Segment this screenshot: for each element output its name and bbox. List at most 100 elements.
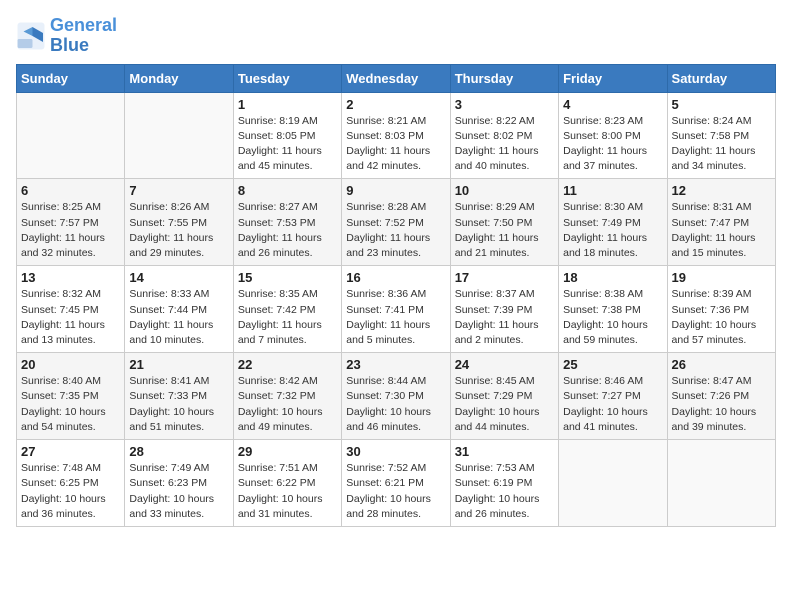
day-cell: 5 Sunrise: 8:24 AM Sunset: 7:58 PM Daylig… (667, 92, 775, 179)
day-number: 16 (346, 270, 445, 285)
day-info: Sunrise: 8:23 AM Sunset: 8:00 PM Dayligh… (563, 114, 662, 175)
day-cell: 7 Sunrise: 8:26 AM Sunset: 7:55 PM Daylig… (125, 179, 233, 266)
day-info: Sunrise: 8:46 AM Sunset: 7:27 PM Dayligh… (563, 374, 662, 435)
day-number: 24 (455, 357, 554, 372)
day-cell: 31 Sunrise: 7:53 AM Sunset: 6:19 PM Dayli… (450, 440, 558, 527)
day-number: 30 (346, 444, 445, 459)
day-number: 4 (563, 97, 662, 112)
day-cell: 26 Sunrise: 8:47 AM Sunset: 7:26 PM Dayli… (667, 353, 775, 440)
day-cell: 3Sunrise: 8:22 AM Sunset: 8:02 PM Daylig… (450, 92, 558, 179)
day-info: Sunrise: 7:53 AM Sunset: 6:19 PM Dayligh… (455, 461, 554, 522)
col-header-saturday: Saturday (667, 64, 775, 92)
day-number: 17 (455, 270, 554, 285)
day-number: 20 (21, 357, 120, 372)
day-info: Sunrise: 8:19 AM Sunset: 8:05 PM Dayligh… (238, 114, 337, 175)
day-number: 13 (21, 270, 120, 285)
day-info: Sunrise: 8:28 AM Sunset: 7:52 PM Dayligh… (346, 200, 445, 261)
day-info: Sunrise: 8:38 AM Sunset: 7:38 PM Dayligh… (563, 287, 662, 348)
day-number: 6 (21, 183, 120, 198)
col-header-tuesday: Tuesday (233, 64, 341, 92)
day-cell: 28 Sunrise: 7:49 AM Sunset: 6:23 PM Dayli… (125, 440, 233, 527)
day-info: Sunrise: 8:37 AM Sunset: 7:39 PM Dayligh… (455, 287, 554, 348)
day-cell (667, 440, 775, 527)
day-number: 1 (238, 97, 337, 112)
page-header: General Blue (16, 16, 776, 56)
day-info: Sunrise: 7:51 AM Sunset: 6:22 PM Dayligh… (238, 461, 337, 522)
logo-icon (16, 21, 46, 51)
day-info: Sunrise: 8:24 AM Sunset: 7:58 PM Dayligh… (672, 114, 771, 175)
col-header-friday: Friday (559, 64, 667, 92)
day-info: Sunrise: 7:48 AM Sunset: 6:25 PM Dayligh… (21, 461, 120, 522)
day-info: Sunrise: 8:26 AM Sunset: 7:55 PM Dayligh… (129, 200, 228, 261)
header-row: SundayMondayTuesdayWednesdayThursdayFrid… (17, 64, 776, 92)
col-header-wednesday: Wednesday (342, 64, 450, 92)
day-cell: 20 Sunrise: 8:40 AM Sunset: 7:35 PM Dayli… (17, 353, 125, 440)
day-cell: 25Sunrise: 8:46 AM Sunset: 7:27 PM Dayli… (559, 353, 667, 440)
day-info: Sunrise: 8:31 AM Sunset: 7:47 PM Dayligh… (672, 200, 771, 261)
day-info: Sunrise: 7:52 AM Sunset: 6:21 PM Dayligh… (346, 461, 445, 522)
day-cell: 4 Sunrise: 8:23 AM Sunset: 8:00 PM Daylig… (559, 92, 667, 179)
week-row-3: 13Sunrise: 8:32 AM Sunset: 7:45 PM Dayli… (17, 266, 776, 353)
day-cell: 12Sunrise: 8:31 AM Sunset: 7:47 PM Dayli… (667, 179, 775, 266)
day-number: 26 (672, 357, 771, 372)
day-cell: 27 Sunrise: 7:48 AM Sunset: 6:25 PM Dayli… (17, 440, 125, 527)
day-cell: 19Sunrise: 8:39 AM Sunset: 7:36 PM Dayli… (667, 266, 775, 353)
day-number: 7 (129, 183, 228, 198)
day-number: 27 (21, 444, 120, 459)
day-cell: 9 Sunrise: 8:28 AM Sunset: 7:52 PM Daylig… (342, 179, 450, 266)
calendar-table: SundayMondayTuesdayWednesdayThursdayFrid… (16, 64, 776, 527)
day-number: 28 (129, 444, 228, 459)
day-info: Sunrise: 8:21 AM Sunset: 8:03 PM Dayligh… (346, 114, 445, 175)
week-row-2: 6Sunrise: 8:25 AM Sunset: 7:57 PM Daylig… (17, 179, 776, 266)
day-cell (125, 92, 233, 179)
day-number: 2 (346, 97, 445, 112)
day-number: 9 (346, 183, 445, 198)
day-cell: 2 Sunrise: 8:21 AM Sunset: 8:03 PM Daylig… (342, 92, 450, 179)
day-cell (559, 440, 667, 527)
day-cell: 18 Sunrise: 8:38 AM Sunset: 7:38 PM Dayli… (559, 266, 667, 353)
day-info: Sunrise: 7:49 AM Sunset: 6:23 PM Dayligh… (129, 461, 228, 522)
day-cell: 15Sunrise: 8:35 AM Sunset: 7:42 PM Dayli… (233, 266, 341, 353)
week-row-4: 20 Sunrise: 8:40 AM Sunset: 7:35 PM Dayli… (17, 353, 776, 440)
day-info: Sunrise: 8:45 AM Sunset: 7:29 PM Dayligh… (455, 374, 554, 435)
day-number: 31 (455, 444, 554, 459)
day-number: 15 (238, 270, 337, 285)
day-number: 18 (563, 270, 662, 285)
day-info: Sunrise: 8:40 AM Sunset: 7:35 PM Dayligh… (21, 374, 120, 435)
day-number: 5 (672, 97, 771, 112)
day-number: 22 (238, 357, 337, 372)
day-cell: 6Sunrise: 8:25 AM Sunset: 7:57 PM Daylig… (17, 179, 125, 266)
day-number: 14 (129, 270, 228, 285)
week-row-1: 1 Sunrise: 8:19 AM Sunset: 8:05 PM Daylig… (17, 92, 776, 179)
week-row-5: 27 Sunrise: 7:48 AM Sunset: 6:25 PM Dayli… (17, 440, 776, 527)
day-cell (17, 92, 125, 179)
day-cell: 1 Sunrise: 8:19 AM Sunset: 8:05 PM Daylig… (233, 92, 341, 179)
day-number: 29 (238, 444, 337, 459)
col-header-sunday: Sunday (17, 64, 125, 92)
day-info: Sunrise: 8:47 AM Sunset: 7:26 PM Dayligh… (672, 374, 771, 435)
day-info: Sunrise: 8:27 AM Sunset: 7:53 PM Dayligh… (238, 200, 337, 261)
col-header-monday: Monday (125, 64, 233, 92)
day-number: 11 (563, 183, 662, 198)
day-cell: 8 Sunrise: 8:27 AM Sunset: 7:53 PM Daylig… (233, 179, 341, 266)
day-cell: 24 Sunrise: 8:45 AM Sunset: 7:29 PM Dayli… (450, 353, 558, 440)
day-cell: 23Sunrise: 8:44 AM Sunset: 7:30 PM Dayli… (342, 353, 450, 440)
day-cell: 13Sunrise: 8:32 AM Sunset: 7:45 PM Dayli… (17, 266, 125, 353)
col-header-thursday: Thursday (450, 64, 558, 92)
day-info: Sunrise: 8:39 AM Sunset: 7:36 PM Dayligh… (672, 287, 771, 348)
day-info: Sunrise: 8:29 AM Sunset: 7:50 PM Dayligh… (455, 200, 554, 261)
day-info: Sunrise: 8:22 AM Sunset: 8:02 PM Dayligh… (455, 114, 554, 175)
day-cell: 16Sunrise: 8:36 AM Sunset: 7:41 PM Dayli… (342, 266, 450, 353)
day-info: Sunrise: 8:42 AM Sunset: 7:32 PM Dayligh… (238, 374, 337, 435)
day-number: 21 (129, 357, 228, 372)
day-cell: 11Sunrise: 8:30 AM Sunset: 7:49 PM Dayli… (559, 179, 667, 266)
logo-text: General Blue (50, 16, 117, 56)
day-info: Sunrise: 8:41 AM Sunset: 7:33 PM Dayligh… (129, 374, 228, 435)
day-cell: 14 Sunrise: 8:33 AM Sunset: 7:44 PM Dayli… (125, 266, 233, 353)
day-cell: 29 Sunrise: 7:51 AM Sunset: 6:22 PM Dayli… (233, 440, 341, 527)
day-info: Sunrise: 8:33 AM Sunset: 7:44 PM Dayligh… (129, 287, 228, 348)
day-cell: 10Sunrise: 8:29 AM Sunset: 7:50 PM Dayli… (450, 179, 558, 266)
day-cell: 21 Sunrise: 8:41 AM Sunset: 7:33 PM Dayli… (125, 353, 233, 440)
logo: General Blue (16, 16, 117, 56)
day-number: 8 (238, 183, 337, 198)
